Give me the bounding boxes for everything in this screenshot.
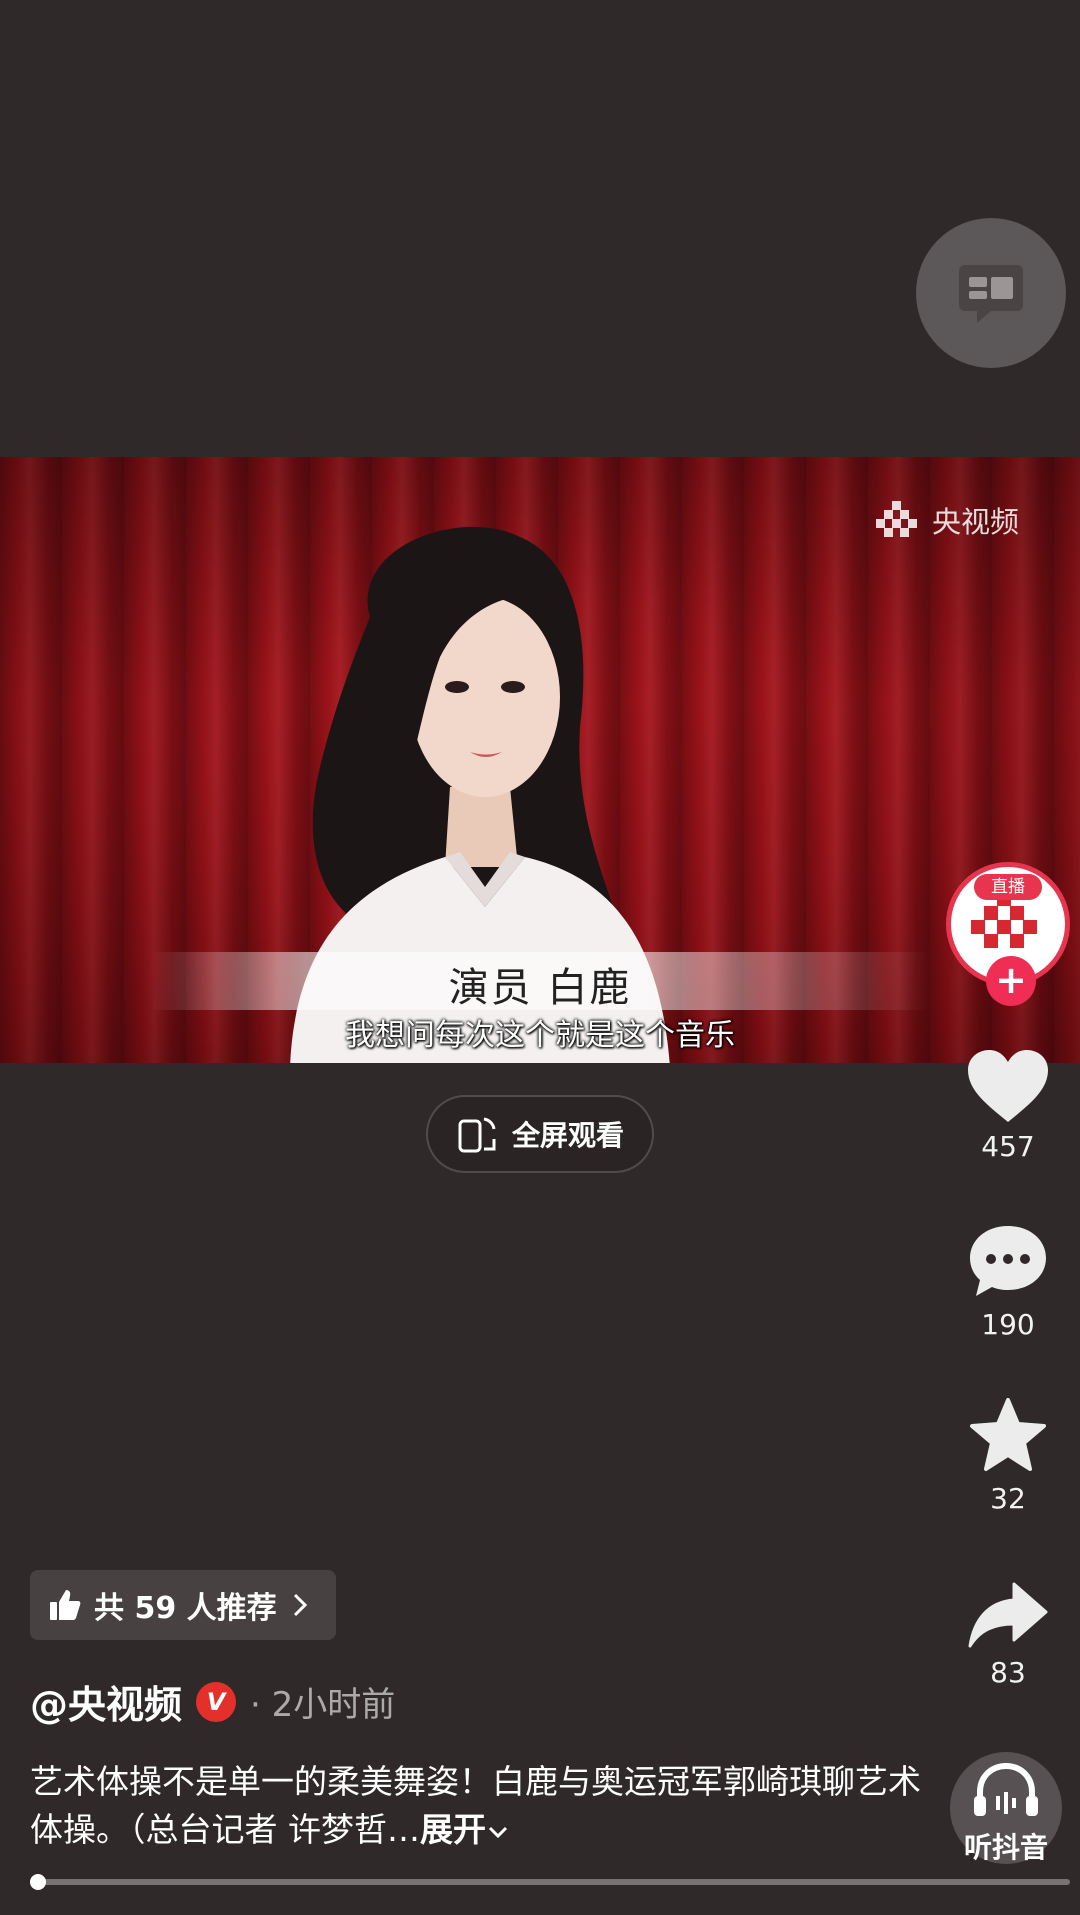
- comment-bubble-icon: [959, 265, 1023, 323]
- recommend-label: 共 59 人推荐: [94, 1591, 277, 1626]
- listen-label: 听抖音: [963, 1831, 1048, 1864]
- follow-button[interactable]: +: [986, 956, 1036, 1006]
- like-button[interactable]: 457: [946, 1048, 1070, 1163]
- comment-button[interactable]: 190: [946, 1222, 1070, 1341]
- author-avatar[interactable]: 直播 +: [946, 862, 1070, 1006]
- chevron-down-icon: [488, 1826, 508, 1838]
- video-subtitle: 我想问每次这个就是这个音乐: [345, 1018, 735, 1053]
- share-button[interactable]: 83: [946, 1580, 1070, 1689]
- video-caption[interactable]: 艺术体操不是单一的柔美舞姿！白鹿与奥运冠军郭崎琪聊艺术体操。（总台记者 许梦哲……: [30, 1758, 930, 1854]
- floating-comment-button[interactable]: [916, 218, 1066, 368]
- video-progress-bar[interactable]: [30, 1874, 1070, 1890]
- author-name[interactable]: @央视频: [30, 1674, 182, 1729]
- thumbs-up-icon: [50, 1590, 81, 1620]
- favorite-count: 32: [990, 1482, 1026, 1515]
- recommend-button[interactable]: 共 59 人推荐: [30, 1570, 336, 1640]
- fullscreen-button[interactable]: 全屏观看: [426, 1095, 654, 1173]
- like-count: 457: [981, 1130, 1035, 1163]
- cctv-avatar-logo-icon: [971, 892, 1037, 948]
- watermark-text: 央视频: [932, 505, 1020, 539]
- favorite-button[interactable]: 32: [946, 1396, 1070, 1515]
- cctv-logo-icon: [876, 501, 917, 537]
- live-badge: 直播: [974, 874, 1042, 900]
- share-count: 83: [990, 1656, 1026, 1689]
- fullscreen-icon: [458, 1117, 496, 1153]
- like-heart-icon: [968, 1050, 1048, 1122]
- progress-knob[interactable]: [30, 1874, 46, 1890]
- expand-link[interactable]: 展开: [420, 1810, 486, 1849]
- author-row: @央视频 V · 2小时前: [30, 1674, 395, 1729]
- name-caption: 演员 白鹿: [448, 965, 632, 1011]
- fullscreen-label: 全屏观看: [511, 1119, 624, 1152]
- comment-icon: [970, 1226, 1046, 1296]
- watermark: 央视频: [876, 499, 1019, 541]
- chevron-right-icon: [293, 1593, 307, 1617]
- headphones-icon: [974, 1762, 1038, 1816]
- post-time: · 2小时前: [250, 1685, 396, 1725]
- verified-badge: V: [196, 1681, 237, 1722]
- favorite-star-icon: [970, 1398, 1046, 1471]
- comment-count: 190: [981, 1308, 1035, 1341]
- share-icon: [968, 1582, 1048, 1648]
- video-player[interactable]: 央视频 演员 白鹿 我想问每次这个就是这个音乐: [0, 457, 1080, 1063]
